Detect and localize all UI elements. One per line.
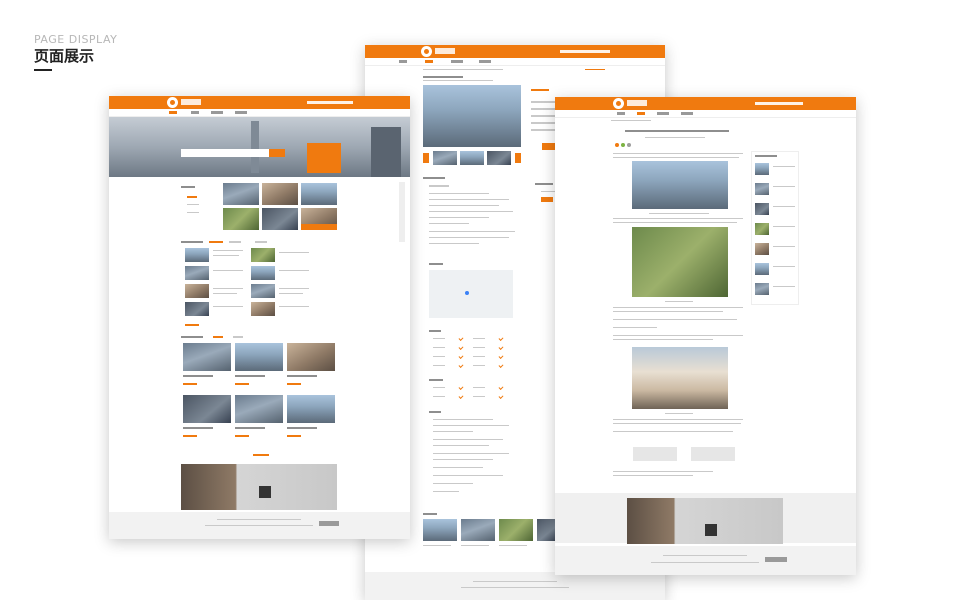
top-bar [365,45,665,58]
logo-icon [613,98,624,109]
search-box[interactable] [181,149,281,157]
top-bar [555,97,856,110]
main-nav[interactable] [109,109,410,117]
prev-article-button[interactable] [633,447,677,461]
logo-icon [421,46,432,57]
title-underline [34,69,52,71]
news-article-mockup [555,97,856,575]
article-photo-3 [632,347,728,409]
cta-block[interactable] [307,143,341,173]
hero-banner [109,117,410,177]
article-photo-1 [632,161,728,209]
home-page-mockup [109,96,410,539]
next-article-button[interactable] [691,447,735,461]
main-nav[interactable] [365,58,665,66]
promo-banner [181,464,337,510]
location-map[interactable] [429,270,513,318]
top-bar [109,96,410,109]
section-title: 页面展示 [34,47,95,65]
search-button[interactable] [269,149,285,157]
main-nav[interactable] [555,110,856,118]
article-photo-2 [632,227,728,297]
property-main-photo [423,85,521,147]
promo-banner [627,498,783,544]
showcase-page: PAGE DISPLAY 页面展示 [0,0,960,600]
logo-icon [167,97,178,108]
